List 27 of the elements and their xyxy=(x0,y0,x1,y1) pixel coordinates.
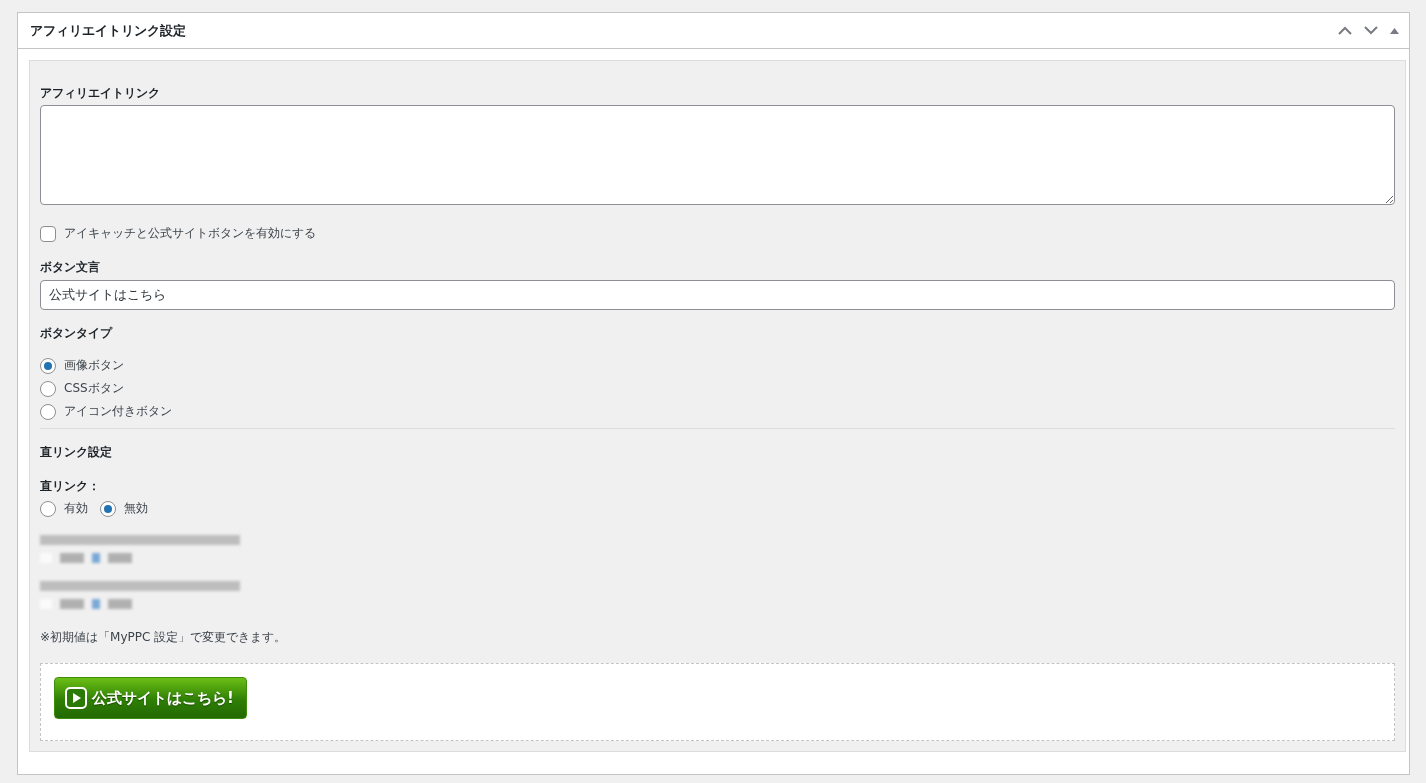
affiliate-link-field[interactable] xyxy=(40,105,1395,205)
radio-label: 画像ボタン xyxy=(64,357,124,374)
radio-button[interactable] xyxy=(40,403,56,420)
field-label: アフィリエイトリンク xyxy=(40,85,161,102)
button-label: 公式サイトはこちら! xyxy=(92,688,234,708)
radio-button[interactable] xyxy=(40,357,56,374)
play-icon xyxy=(65,687,87,709)
section-heading: 直リンク設定 xyxy=(40,444,113,461)
radio-button[interactable] xyxy=(40,380,56,397)
radio-label: 有効 xyxy=(64,500,88,517)
checkbox[interactable] xyxy=(40,225,56,242)
radio-button[interactable] xyxy=(40,500,56,517)
official-site-button[interactable]: 公式サイトはこちら! xyxy=(54,677,247,719)
radio-button[interactable] xyxy=(100,500,116,517)
button-text-field[interactable]: 公式サイトはこちら xyxy=(40,280,1395,310)
radio-label: 無効 xyxy=(124,500,148,517)
move-up-icon[interactable] xyxy=(1338,26,1352,35)
move-down-icon[interactable] xyxy=(1364,26,1378,35)
radio-label: CSSボタン xyxy=(64,380,124,397)
panel-title: アフィリエイトリンク設定 xyxy=(30,21,186,40)
note-text: ※初期値は「MyPPC 設定」で変更できます。 xyxy=(40,629,288,645)
field-label: 直リンク： xyxy=(40,478,101,495)
field-label: ボタンタイプ xyxy=(40,325,114,342)
collapse-icon[interactable] xyxy=(1390,27,1399,34)
checkbox-label: アイキャッチと公式サイトボタンを有効にする xyxy=(64,225,316,242)
field-label: ボタン文言 xyxy=(40,259,101,276)
radio-label: アイコン付きボタン xyxy=(64,403,172,420)
